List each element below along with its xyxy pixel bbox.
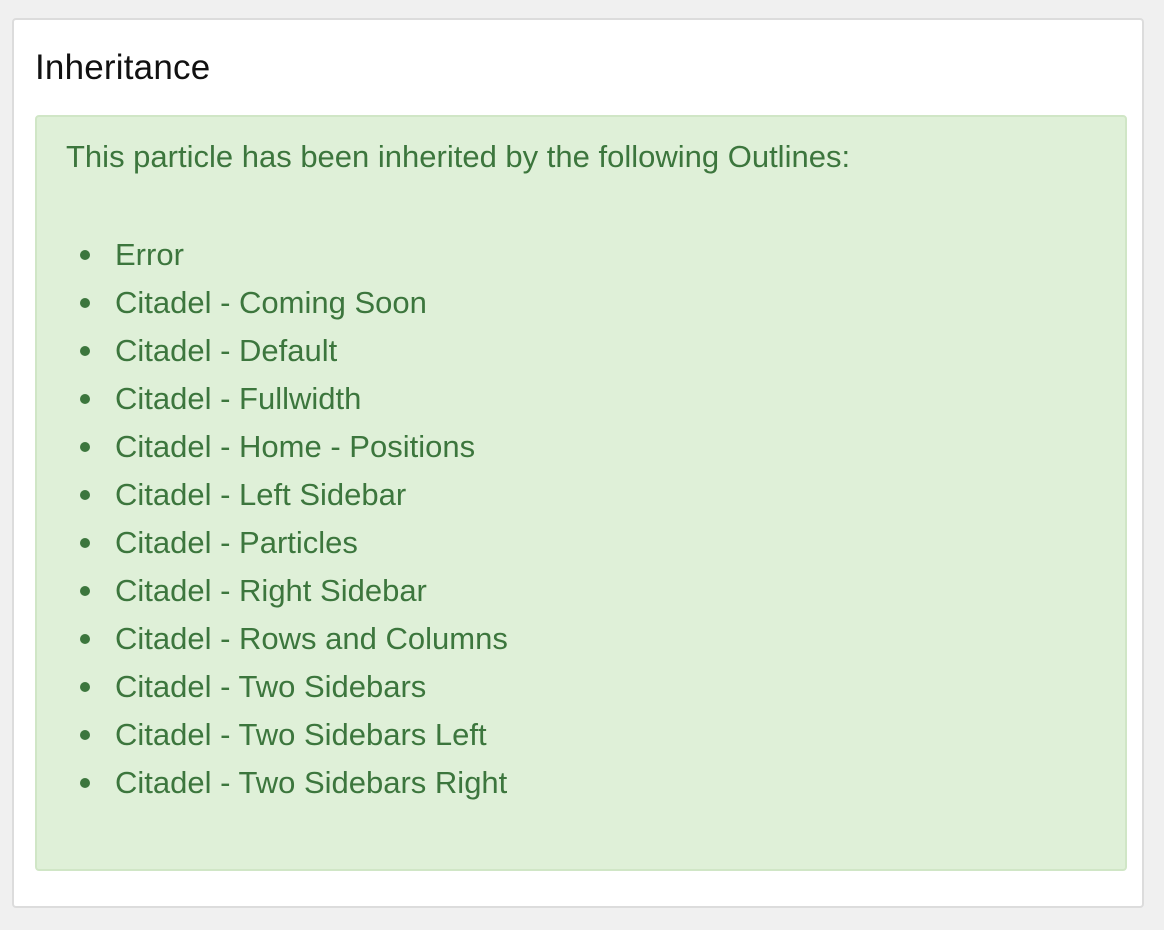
bullet-icon <box>80 634 90 644</box>
outline-name: Citadel - Two Sidebars <box>115 669 427 704</box>
outline-name: Citadel - Left Sidebar <box>115 477 407 512</box>
inheritance-card: Inheritance This particle has been inher… <box>12 18 1144 908</box>
bullet-icon <box>80 250 90 260</box>
outline-list: Error Citadel - Coming Soon Citadel - De… <box>66 231 508 807</box>
outline-name: Citadel - Default <box>115 333 338 368</box>
bullet-icon <box>80 586 90 596</box>
bullet-icon <box>80 778 90 788</box>
list-item: Citadel - Rows and Columns <box>66 615 508 663</box>
bullet-icon <box>80 346 90 356</box>
list-item: Citadel - Home - Positions <box>66 423 508 471</box>
bullet-icon <box>80 490 90 500</box>
list-item: Citadel - Coming Soon <box>66 279 508 327</box>
outline-name: Citadel - Right Sidebar <box>115 573 427 608</box>
list-item: Citadel - Right Sidebar <box>66 567 508 615</box>
bullet-icon <box>80 298 90 308</box>
inheritance-alert: This particle has been inherited by the … <box>35 115 1127 871</box>
outline-name: Citadel - Rows and Columns <box>115 621 508 656</box>
list-item: Citadel - Two Sidebars Left <box>66 711 508 759</box>
list-item: Citadel - Default <box>66 327 508 375</box>
outline-name: Citadel - Coming Soon <box>115 285 427 320</box>
outline-name: Citadel - Particles <box>115 525 358 560</box>
bullet-icon <box>80 682 90 692</box>
list-item: Error <box>66 231 508 279</box>
list-item: Citadel - Particles <box>66 519 508 567</box>
list-item: Citadel - Two Sidebars <box>66 663 508 711</box>
outline-name: Citadel - Two Sidebars Left <box>115 717 487 752</box>
card-title: Inheritance <box>35 48 211 87</box>
outline-name: Citadel - Home - Positions <box>115 429 476 464</box>
bullet-icon <box>80 394 90 404</box>
list-item: Citadel - Fullwidth <box>66 375 508 423</box>
outline-name: Citadel - Two Sidebars Right <box>115 765 508 800</box>
alert-message: This particle has been inherited by the … <box>66 139 851 174</box>
list-item: Citadel - Two Sidebars Right <box>66 759 508 807</box>
list-item: Citadel - Left Sidebar <box>66 471 508 519</box>
outline-name: Error <box>115 237 184 272</box>
bullet-icon <box>80 538 90 548</box>
bullet-icon <box>80 442 90 452</box>
outline-name: Citadel - Fullwidth <box>115 381 362 416</box>
bullet-icon <box>80 730 90 740</box>
